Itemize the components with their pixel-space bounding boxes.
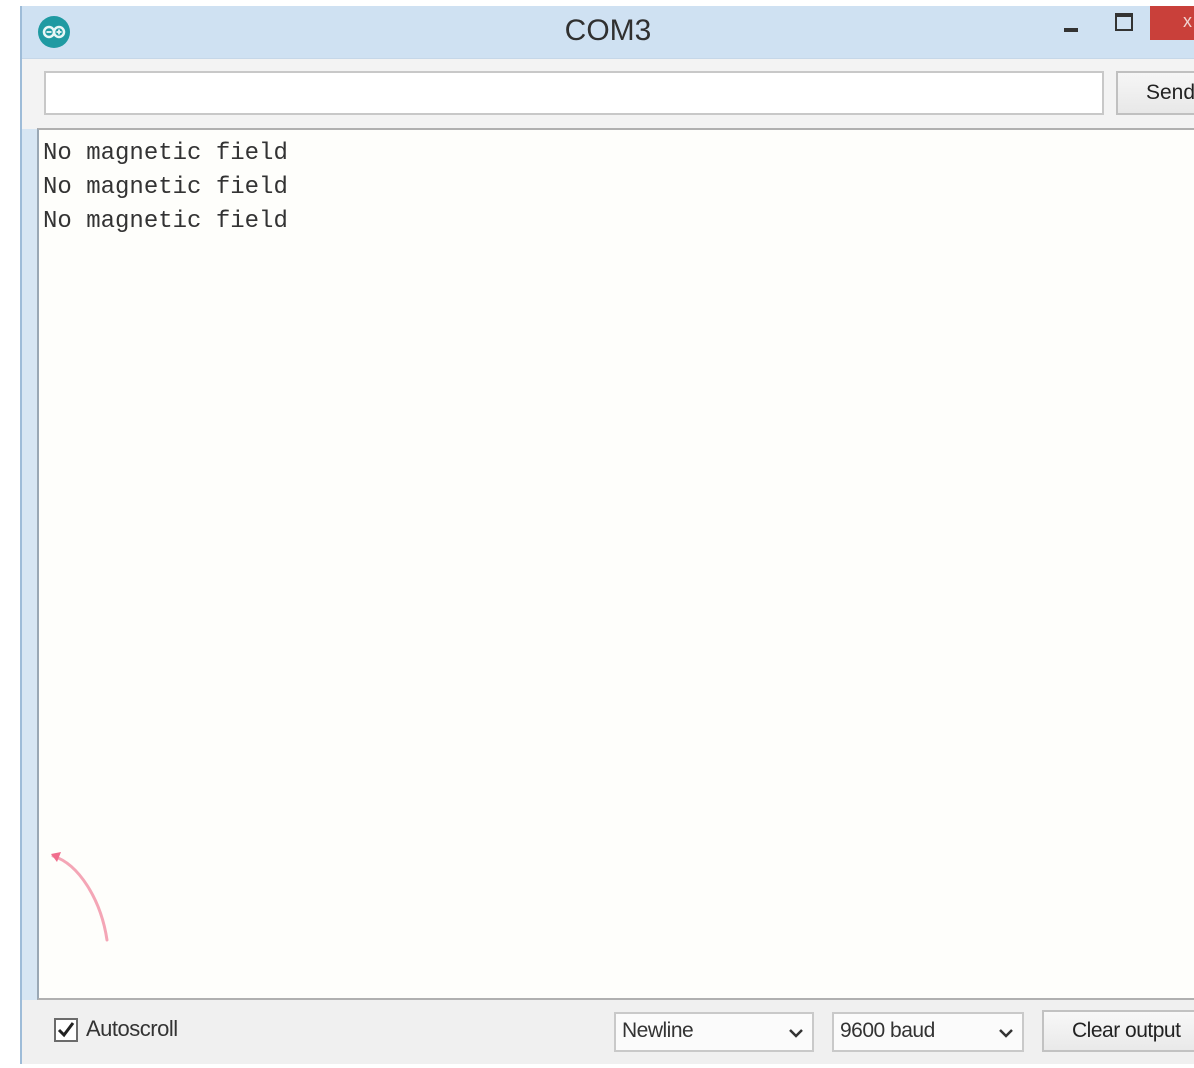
chevron-down-icon <box>789 1029 803 1038</box>
status-bar: Autoscroll Newline 9600 baud Clear outpu… <box>22 1000 1194 1064</box>
output-line: No magnetic field <box>43 140 288 167</box>
serial-output[interactable]: No magnetic field No magnetic field No m… <box>37 128 1194 1000</box>
chevron-down-icon <box>999 1029 1013 1038</box>
output-line: No magnetic field <box>43 208 288 235</box>
line-ending-value: Newline <box>622 1019 694 1042</box>
baud-rate-select[interactable]: 9600 baud <box>832 1012 1024 1052</box>
checkmark-icon <box>57 1022 75 1038</box>
send-button[interactable]: Send <box>1116 71 1194 115</box>
serial-input[interactable] <box>44 71 1104 115</box>
title-bar[interactable]: COM3 x <box>22 6 1194 58</box>
output-line: No magnetic field <box>43 174 288 201</box>
baud-rate-value: 9600 baud <box>840 1019 935 1042</box>
close-button[interactable]: x <box>1150 6 1194 40</box>
minimize-button[interactable] <box>1056 6 1092 42</box>
autoscroll-label: Autoscroll <box>86 1016 178 1041</box>
window-title: COM3 <box>564 14 652 47</box>
send-row: Send <box>22 58 1194 129</box>
close-icon: x <box>1183 11 1192 31</box>
line-ending-select[interactable]: Newline <box>614 1012 814 1052</box>
autoscroll-checkbox[interactable] <box>54 1018 78 1042</box>
pointer-trail-icon <box>51 852 109 942</box>
maximize-button[interactable] <box>1108 6 1144 42</box>
clear-output-button[interactable]: Clear output <box>1042 1010 1194 1052</box>
serial-monitor-window: COM3 x Send No magnetic field No magneti… <box>20 6 1194 1064</box>
